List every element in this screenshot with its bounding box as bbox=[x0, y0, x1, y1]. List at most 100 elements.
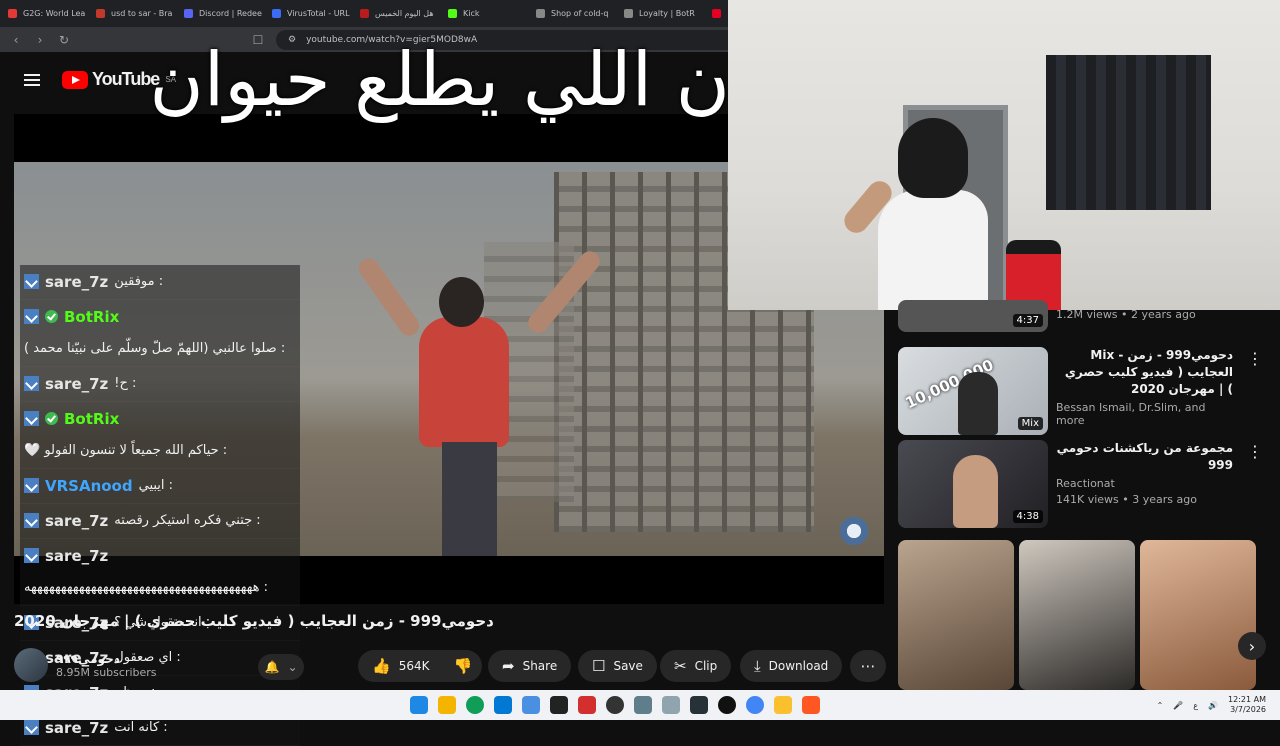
menu-icon[interactable] bbox=[24, 73, 40, 86]
download-icon: ⤓ bbox=[754, 657, 761, 675]
tab-label: Loyalty | BotR bbox=[639, 9, 695, 18]
microphone-icon[interactable]: 🎤 bbox=[1173, 701, 1183, 710]
chat-username[interactable]: sare_7z bbox=[45, 508, 108, 534]
dislike-icon[interactable]: 👎 bbox=[453, 657, 472, 675]
edge-icon[interactable] bbox=[466, 696, 484, 714]
tab-favicon-icon bbox=[712, 9, 721, 18]
channel-name[interactable]: دحومي٩٩٩ bbox=[56, 652, 157, 666]
input-language[interactable]: ع bbox=[1193, 701, 1198, 710]
tab-favicon-icon bbox=[184, 9, 193, 18]
recommendation-channel: Reactionat bbox=[1056, 477, 1115, 490]
back-icon[interactable]: ‹ bbox=[10, 33, 22, 47]
save-button[interactable]: ☐ Save bbox=[578, 650, 657, 682]
recommendation-thumbnail[interactable]: 4:38 bbox=[898, 440, 1048, 528]
like-count[interactable]: 564K bbox=[399, 659, 430, 673]
app-icon[interactable] bbox=[578, 696, 596, 714]
windows-start-icon[interactable] bbox=[410, 696, 428, 714]
tab-favicon-icon bbox=[272, 9, 281, 18]
chrome-icon[interactable] bbox=[746, 696, 764, 714]
tab-label: هل اليوم الخميس bbox=[375, 9, 434, 18]
browser-tab[interactable]: Shop of cold-q bbox=[528, 0, 616, 27]
browser-tab[interactable]: Kick bbox=[440, 0, 528, 27]
channel-avatar[interactable] bbox=[14, 648, 48, 682]
chat-message: VRSAnood: ايبيي bbox=[20, 469, 300, 504]
stream-overlay-text: ن اللي يطلع حيوان bbox=[149, 37, 730, 123]
tab-favicon-icon bbox=[360, 9, 369, 18]
verified-badge-icon bbox=[45, 412, 58, 425]
clock-time: 12:21 AM bbox=[1228, 695, 1266, 704]
browser-tab[interactable]: VirusTotal - URL bbox=[264, 0, 352, 27]
duration-badge: 4:37 bbox=[1012, 314, 1043, 327]
scissors-icon: ✂ bbox=[674, 657, 687, 675]
chat-username[interactable]: sare_7z bbox=[45, 371, 108, 397]
obs-icon[interactable] bbox=[606, 696, 624, 714]
kick-badge-icon bbox=[24, 376, 39, 391]
download-label: Download bbox=[768, 659, 829, 673]
download-button[interactable]: ⤓ Download bbox=[740, 650, 843, 682]
chat-message: sare_7z: ح! bbox=[20, 367, 300, 402]
chat-username[interactable]: sare_7z bbox=[45, 543, 108, 569]
app-icon[interactable] bbox=[690, 696, 708, 714]
clip-label: Clip bbox=[694, 659, 718, 673]
recommendation-item[interactable]: 4:37 1.2M views • 2 years ago bbox=[898, 300, 1263, 334]
recommendation-thumbnail[interactable]: 4:37 bbox=[898, 300, 1048, 332]
tab-label: G2G: World Lea bbox=[23, 9, 86, 18]
bell-icon: 🔔 bbox=[264, 660, 280, 674]
app-icon[interactable] bbox=[718, 696, 736, 714]
chat-username[interactable]: sare_7z bbox=[45, 269, 108, 295]
chat-username[interactable]: VRSAnood bbox=[45, 473, 133, 499]
browser-tab[interactable]: هل اليوم الخميس bbox=[352, 0, 440, 27]
more-vertical-icon[interactable]: ⋮ bbox=[1247, 349, 1263, 435]
short-thumbnail[interactable] bbox=[1019, 540, 1135, 690]
kick-badge-icon bbox=[24, 548, 39, 563]
recommendation-item[interactable]: 10,000,000 Mix Mix - دحومي999 - زمن العج… bbox=[898, 347, 1263, 435]
browser-tab[interactable]: usd to sar - Bra bbox=[88, 0, 176, 27]
recommendation-channel: Bessan Ismail, Dr.Slim, and more bbox=[1056, 401, 1206, 427]
notification-bell-button[interactable]: 🔔 ⌄ bbox=[258, 654, 304, 680]
chevron-up-icon[interactable]: ⌃ bbox=[1157, 701, 1164, 710]
app-icon[interactable] bbox=[634, 696, 652, 714]
mail-icon[interactable] bbox=[522, 696, 540, 714]
chat-username[interactable]: BotRix bbox=[64, 304, 119, 330]
folder-icon[interactable] bbox=[774, 696, 792, 714]
tab-label: VirusTotal - URL bbox=[287, 9, 350, 18]
browser-tab[interactable]: G2G: World Lea bbox=[0, 0, 88, 27]
chat-message-text: : جتني فكره استيكر رقصته bbox=[114, 513, 261, 528]
store-icon[interactable] bbox=[494, 696, 512, 714]
subscriber-count: 8.95M subscribers bbox=[56, 665, 157, 679]
clock[interactable]: 12:21 AM 3/7/2026 bbox=[1228, 695, 1266, 715]
brave-icon[interactable] bbox=[802, 696, 820, 714]
tab-label: Kick bbox=[463, 9, 480, 18]
recommendation-title[interactable]: Mix - دحومي999 - زمن العجايب ( فيديو كلي… bbox=[1056, 347, 1233, 398]
short-thumbnail[interactable] bbox=[1140, 540, 1256, 690]
file-explorer-icon[interactable] bbox=[438, 696, 456, 714]
more-horizontal-icon: ⋯ bbox=[860, 657, 876, 675]
share-button[interactable]: ➦ Share bbox=[488, 650, 572, 682]
chat-message-text: : هههههههههههههههههههههههههههههههههههههه… bbox=[24, 580, 269, 595]
clip-button[interactable]: ✂ Clip bbox=[660, 650, 732, 682]
browser-tab[interactable]: Discord | Redee bbox=[176, 0, 264, 27]
kick-badge-icon bbox=[24, 274, 39, 289]
chat-message-text: : موفقين bbox=[114, 274, 164, 289]
like-dislike-group: 👍 564K 👎 bbox=[358, 650, 482, 682]
chat-username[interactable]: BotRix bbox=[64, 406, 119, 432]
short-thumbnail[interactable] bbox=[898, 540, 1014, 690]
like-icon[interactable]: 👍 bbox=[372, 657, 391, 675]
volume-icon[interactable]: 🔊 bbox=[1208, 701, 1218, 710]
recommendation-item[interactable]: 4:38 مجموعة من رياكشنات دحومي 999 Reacti… bbox=[898, 440, 1263, 528]
more-vertical-icon[interactable]: ⋮ bbox=[1247, 442, 1263, 528]
recommendation-meta: 1.2M views • 2 years ago bbox=[1056, 308, 1196, 321]
video-title: دحومي999 - زمن العجايب ( فيديو كليب حصري… bbox=[14, 612, 494, 630]
recommendation-thumbnail[interactable]: 10,000,000 Mix bbox=[898, 347, 1048, 435]
more-actions-button[interactable]: ⋯ bbox=[850, 650, 886, 682]
system-tray: ⌃ 🎤 ع 🔊 12:21 AM 3/7/2026 bbox=[1157, 695, 1280, 715]
app-icon[interactable] bbox=[662, 696, 680, 714]
terminal-icon[interactable] bbox=[550, 696, 568, 714]
kick-badge-icon bbox=[24, 411, 39, 426]
tab-favicon-icon bbox=[448, 9, 457, 18]
tab-label: Shop of cold-q bbox=[551, 9, 609, 18]
recommendation-title[interactable]: مجموعة من رياكشنات دحومي 999 bbox=[1056, 440, 1233, 474]
browser-tab[interactable]: Loyalty | BotR bbox=[616, 0, 704, 27]
chevron-right-icon[interactable]: › bbox=[1238, 632, 1266, 660]
duration-badge: 4:38 bbox=[1012, 510, 1043, 523]
